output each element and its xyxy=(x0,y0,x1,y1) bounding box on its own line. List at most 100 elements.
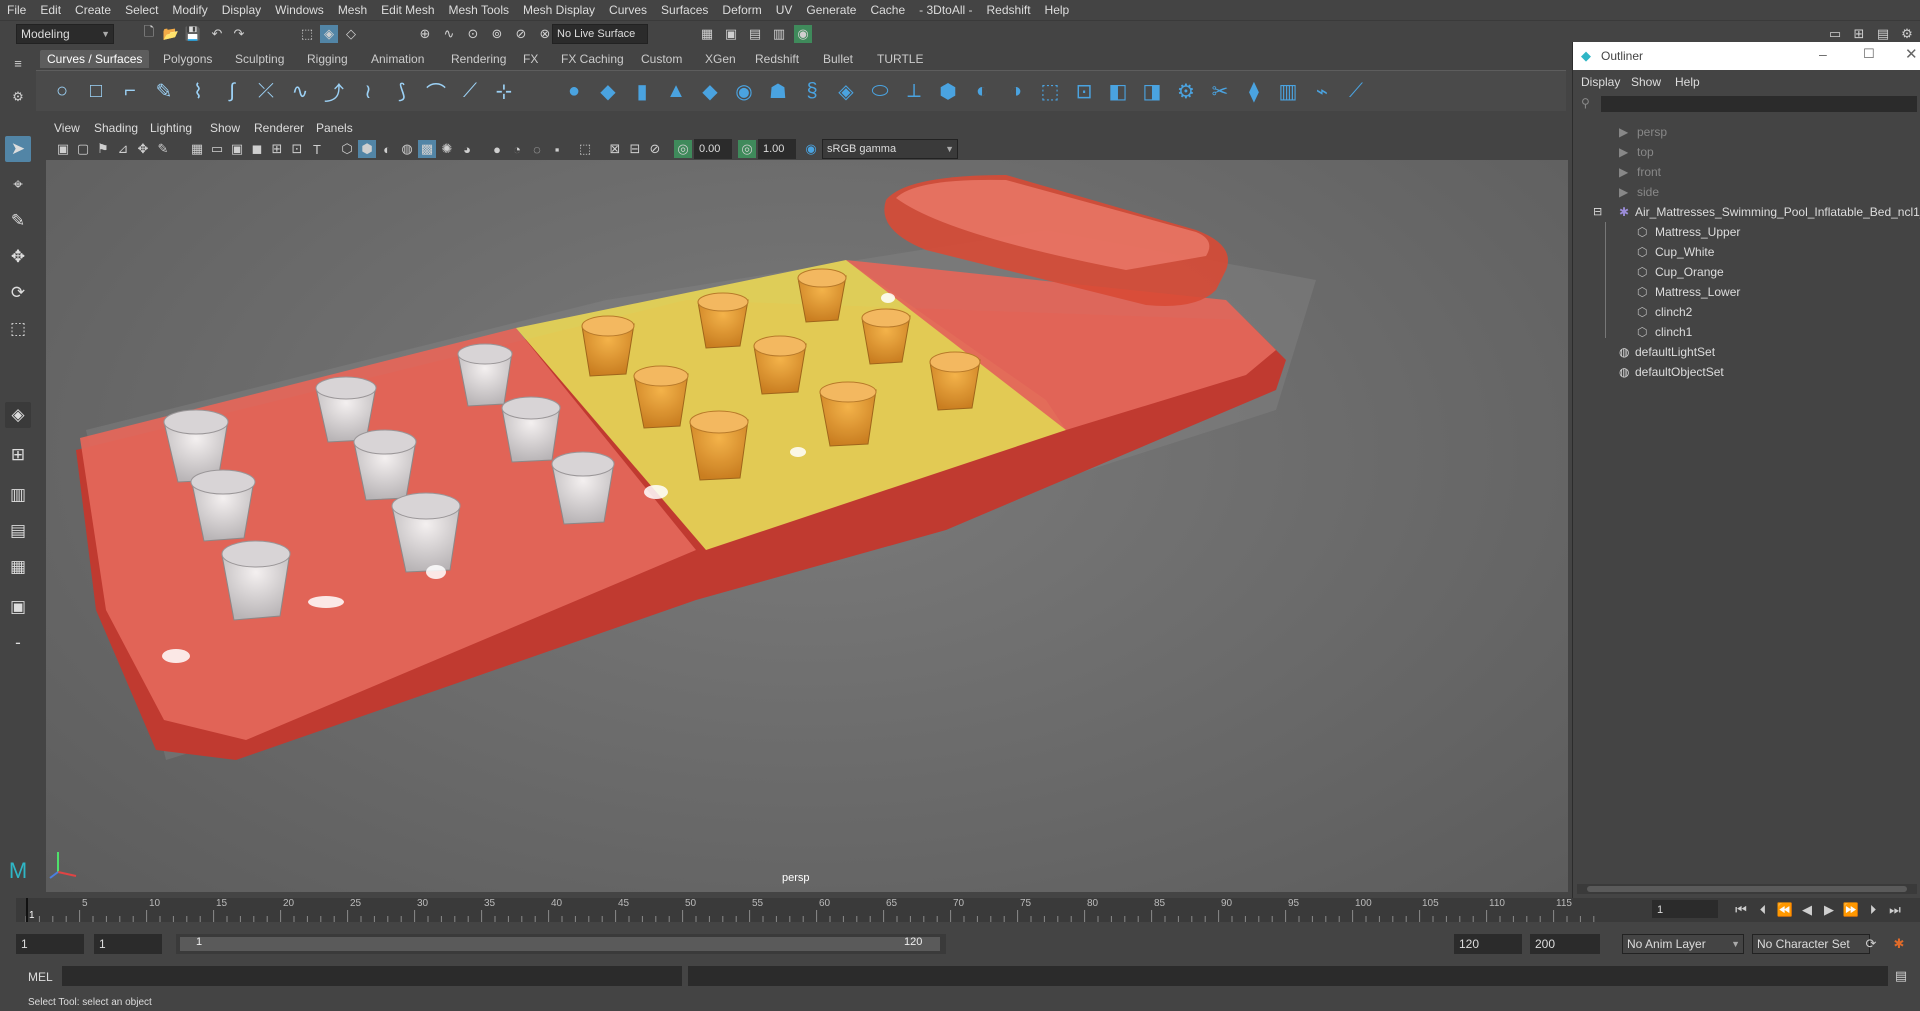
anim-prefs-icon[interactable]: ✱ xyxy=(1890,935,1908,953)
rotate-tool-icon[interactable]: ⟳ xyxy=(5,280,31,306)
detach-surfaces-icon[interactable]: ✂ xyxy=(1206,77,1234,105)
untrim-icon[interactable]: ◨ xyxy=(1138,77,1166,105)
wireframe-icon[interactable]: ⬡ xyxy=(338,140,356,158)
open-scene-icon[interactable]: 📂 xyxy=(162,25,180,43)
menu-generate[interactable]: Generate xyxy=(799,0,863,20)
xray-joints-icon[interactable]: ⊠ xyxy=(606,140,624,158)
menu-file[interactable]: File xyxy=(0,0,33,20)
screen-space-ao-icon[interactable]: ◔ xyxy=(508,140,526,158)
revolve-icon[interactable]: ☗ xyxy=(764,77,792,105)
shelf-tab-animation[interactable]: Animation xyxy=(364,50,431,68)
single-view-icon[interactable]: ◈ xyxy=(5,402,31,428)
curve-editing-icon[interactable]: ⊹ xyxy=(490,77,518,105)
menu-deform[interactable]: Deform xyxy=(715,0,768,20)
extend-curve-icon[interactable]: ⤴ xyxy=(320,77,348,105)
outliner-item-default-object-set[interactable]: defaultObjectSet xyxy=(1635,362,1724,382)
outliner-item-persp[interactable]: persp xyxy=(1637,122,1667,142)
outliner-scroll-thumb[interactable] xyxy=(1587,886,1907,892)
shelf-tab-fx-caching[interactable]: FX Caching xyxy=(554,50,631,68)
play-back-icon[interactable]: ◀ xyxy=(1798,901,1816,919)
select-object-icon[interactable]: ◈ xyxy=(320,25,338,43)
shelf-tab-curves-surfaces[interactable]: Curves / Surfaces xyxy=(40,50,150,68)
menu-mesh-tools[interactable]: Mesh Tools xyxy=(442,0,516,20)
use-lights-icon[interactable]: ◕ xyxy=(458,140,476,158)
planar-icon[interactable]: ◈ xyxy=(832,77,860,105)
menu-mesh-display[interactable]: Mesh Display xyxy=(516,0,602,20)
character-set-dropdown[interactable]: No Character Set xyxy=(1752,934,1870,954)
outliner-menu-show[interactable]: Show xyxy=(1631,72,1661,92)
collapse-icon[interactable]: ⊟ xyxy=(1593,202,1602,222)
current-frame-field[interactable]: 1 xyxy=(1652,900,1718,918)
exposure-icon[interactable]: ◎ xyxy=(674,140,692,158)
viewport-3d[interactable]: persp xyxy=(46,160,1568,892)
vp-menu-panels[interactable]: Panels xyxy=(316,121,353,135)
persp-outliner-icon[interactable]: ▦ xyxy=(5,554,31,580)
nurbs-torus-icon[interactable]: ◉ xyxy=(730,77,758,105)
cv-curve-icon[interactable]: ⌇ xyxy=(184,77,212,105)
select-hierarchy-icon[interactable]: ⬚ xyxy=(298,25,316,43)
close-icon[interactable]: ✕ xyxy=(1905,45,1918,63)
go-to-start-icon[interactable]: ⏮ xyxy=(1732,901,1750,919)
shelf-tab-redshift[interactable]: Redshift xyxy=(748,50,806,68)
vp-menu-view[interactable]: View xyxy=(54,121,80,135)
playback-start-field[interactable]: 1 xyxy=(94,934,162,954)
intersect-icon[interactable]: ⬚ xyxy=(1036,77,1064,105)
ep-curve-icon[interactable]: ⌐ xyxy=(116,77,144,105)
camera-attributes-icon[interactable]: ▢ xyxy=(74,140,92,158)
backface-culling-icon[interactable]: ⊘ xyxy=(646,140,664,158)
2d-pan-zoom-icon[interactable]: ✥ xyxy=(134,140,152,158)
shelf-tab-sculpting[interactable]: Sculpting xyxy=(228,50,291,68)
film-gate-icon[interactable]: ▭ xyxy=(208,140,226,158)
menu-create[interactable]: Create xyxy=(68,0,118,20)
outliner-item-side[interactable]: side xyxy=(1637,182,1659,202)
gate-mask-icon[interactable]: ◼ xyxy=(248,140,266,158)
nurbs-square-icon[interactable]: □ xyxy=(82,77,110,105)
snap-grid-icon[interactable]: ⊕ xyxy=(416,25,434,43)
select-tool-icon[interactable]: ➤ xyxy=(5,136,31,162)
live-surface-field[interactable]: No Live Surface xyxy=(552,24,648,44)
add-points-icon[interactable]: ⟋ xyxy=(456,77,484,105)
outliner-item-group[interactable]: Air_Mattresses_Swimming_Pool_Inflatable_… xyxy=(1635,202,1920,222)
render-settings-icon[interactable]: ▦ xyxy=(698,25,716,43)
scale-tool-icon[interactable]: ⬚ xyxy=(5,316,31,342)
range-slider[interactable]: 1 120 xyxy=(176,934,946,954)
vp-menu-show[interactable]: Show xyxy=(210,121,240,135)
persp-graph-icon[interactable]: ▤ xyxy=(5,518,31,544)
menu-set-dropdown[interactable]: Modeling ▼ xyxy=(16,24,114,44)
snap-surface-icon[interactable]: ⊘ xyxy=(512,25,530,43)
side-by-side-icon[interactable]: ▥ xyxy=(5,482,31,508)
outliner-item-clinch2[interactable]: clinch2 xyxy=(1655,302,1692,322)
menu-windows[interactable]: Windows xyxy=(268,0,331,20)
time-slider[interactable]: 1 5 10 15 20 25 30 35 40 45 50 55 60 65 … xyxy=(16,898,1920,922)
anim-end-field[interactable]: 200 xyxy=(1530,934,1600,954)
layout-outliner-icon[interactable]: ▤ xyxy=(1874,25,1892,43)
wireframe-on-shaded-icon[interactable]: ◍ xyxy=(398,140,416,158)
shelf-tab-custom[interactable]: Custom xyxy=(634,50,689,68)
shelf-tab-fx[interactable]: FX xyxy=(516,50,545,68)
default-material-icon[interactable]: ◐ xyxy=(378,140,396,158)
open-close-surface-icon[interactable]: ⧫ xyxy=(1240,77,1268,105)
exposure-field[interactable]: 0.00 xyxy=(694,139,732,159)
trim-tool-icon[interactable]: ◧ xyxy=(1104,77,1132,105)
filter-icon[interactable]: ⚲ xyxy=(1581,96,1590,110)
rebuild-surface-icon[interactable]: ▥ xyxy=(1274,77,1302,105)
playback-end-field[interactable]: 120 xyxy=(1454,934,1522,954)
step-back-key-icon[interactable]: ⏴ xyxy=(1754,901,1772,919)
menu-help[interactable]: Help xyxy=(1038,0,1077,20)
outliner-item-front[interactable]: front xyxy=(1637,162,1661,182)
menu-3dtoall[interactable]: - 3DtoAll - xyxy=(912,0,979,20)
ipr-render-icon[interactable]: ▥ xyxy=(770,25,788,43)
smooth-shade-icon[interactable]: ⬢ xyxy=(358,140,376,158)
outliner-menu-help[interactable]: Help xyxy=(1675,72,1700,92)
layout-single-icon[interactable]: ▭ xyxy=(1826,25,1844,43)
outliner-menu-display[interactable]: Display xyxy=(1581,72,1620,92)
safe-action-icon[interactable]: ⊡ xyxy=(288,140,306,158)
save-scene-icon[interactable]: 💾 xyxy=(184,25,202,43)
safe-title-icon[interactable]: T xyxy=(308,140,326,158)
paint-select-icon[interactable]: ✎ xyxy=(5,208,31,234)
outliner-item-default-light-set[interactable]: defaultLightSet xyxy=(1635,342,1715,362)
anim-start-field[interactable]: 1 xyxy=(16,934,84,954)
gamma-field[interactable]: 1.00 xyxy=(758,139,796,159)
layout-four-icon[interactable]: ⊞ xyxy=(1850,25,1868,43)
vp-menu-lighting[interactable]: Lighting xyxy=(150,121,192,135)
